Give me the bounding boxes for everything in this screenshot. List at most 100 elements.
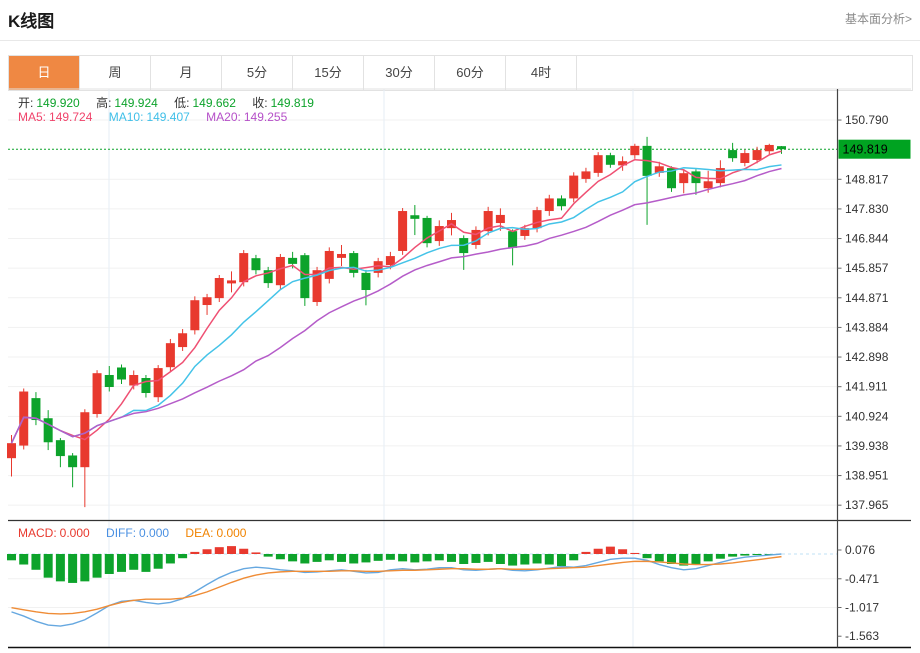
macd-value: 0.000 bbox=[59, 526, 90, 540]
macd-hist-bar bbox=[190, 551, 200, 554]
macd-hist-bar bbox=[263, 554, 273, 557]
candle-body bbox=[31, 398, 41, 421]
diff-line bbox=[11, 553, 782, 627]
macd-hist-bar bbox=[68, 554, 78, 583]
open-value: 149.920 bbox=[36, 96, 80, 110]
macd-hist-bar bbox=[483, 554, 493, 562]
candle-body bbox=[361, 272, 371, 291]
candle-body bbox=[43, 418, 53, 443]
macd-hist-bar bbox=[740, 554, 750, 556]
candle-body bbox=[495, 214, 505, 224]
macd-hist-bar bbox=[324, 554, 334, 561]
macd-hist-bar bbox=[434, 554, 444, 561]
macd-hist-bar bbox=[178, 554, 188, 559]
ma20-value: 149.255 bbox=[243, 110, 288, 124]
axis-tick-label: -1.017 bbox=[845, 600, 879, 614]
macd-hist-bar bbox=[275, 554, 285, 560]
macd-hist-bar bbox=[385, 554, 395, 560]
dea-line bbox=[11, 555, 782, 615]
candle-body bbox=[251, 258, 261, 271]
macd-hist-bar bbox=[7, 554, 16, 561]
macd-hist-bar bbox=[618, 549, 628, 554]
kline-page: K线图 基本面分析> 日周月 5分 15分 30分 60分 4时 150.790 148.8… bbox=[0, 0, 920, 653]
candle-body bbox=[7, 443, 16, 459]
macd-hist-bar bbox=[43, 554, 53, 578]
macd-hist-bar bbox=[398, 554, 408, 562]
axis-tick-label: 150.790 bbox=[845, 113, 889, 127]
candle-body bbox=[178, 333, 188, 348]
low-label: 低: bbox=[174, 96, 190, 110]
candle-body bbox=[630, 145, 640, 156]
axis-tick-label: 143.884 bbox=[845, 320, 889, 334]
candle-body bbox=[165, 343, 175, 368]
candle-body bbox=[324, 250, 334, 279]
candle-body bbox=[227, 280, 236, 284]
macd-hist-bar bbox=[80, 554, 90, 582]
candle-body bbox=[337, 253, 346, 258]
macd-hist-bar bbox=[715, 554, 725, 559]
candle-body bbox=[532, 210, 542, 229]
macd-hist-bar bbox=[728, 554, 738, 557]
candle-body bbox=[728, 150, 738, 159]
ma-readout: MA5: 149.724 MA10: 149.407 MA20: 149.255 bbox=[18, 110, 290, 124]
candle-body bbox=[740, 153, 750, 163]
macd-hist-bar bbox=[471, 554, 481, 563]
macd-hist-bar bbox=[752, 554, 762, 556]
macd-hist-bar bbox=[642, 554, 652, 559]
macd-hist-bar bbox=[239, 548, 249, 554]
high-value: 149.924 bbox=[114, 96, 158, 110]
macd-hist-bar bbox=[569, 554, 579, 561]
macd-hist-bar bbox=[337, 554, 346, 562]
macd-hist-bar bbox=[300, 554, 310, 564]
close-value: 149.819 bbox=[270, 96, 314, 110]
candle-body bbox=[68, 455, 78, 468]
ma10-label: MA10: bbox=[108, 110, 144, 124]
macd-hist-bar bbox=[227, 546, 236, 554]
macd-hist-bar bbox=[459, 554, 469, 564]
macd-hist-bar bbox=[532, 554, 542, 564]
candle-body bbox=[605, 155, 615, 165]
candle-body bbox=[398, 211, 408, 251]
macd-hist-bar bbox=[410, 554, 420, 563]
macd-hist-bar bbox=[104, 554, 114, 574]
macd-hist-bar bbox=[92, 554, 102, 578]
axis-tick-label: 147.830 bbox=[845, 202, 889, 216]
candle-body bbox=[764, 144, 774, 152]
macd-hist-bar bbox=[520, 554, 530, 565]
axis-tick-label: 144.871 bbox=[845, 291, 889, 305]
close-label: 收: bbox=[252, 96, 268, 110]
macd-hist-bar bbox=[495, 554, 505, 564]
macd-hist-bar bbox=[31, 554, 41, 570]
axis-tick-label: 141.911 bbox=[845, 380, 888, 394]
macd-hist-bar bbox=[422, 554, 432, 562]
axis-tick-label: 142.898 bbox=[845, 350, 889, 364]
candle-body bbox=[422, 217, 432, 244]
candle-body bbox=[679, 173, 689, 184]
axis-tick-label: -0.471 bbox=[845, 572, 879, 586]
candle-body bbox=[508, 231, 518, 248]
axis-tick-label: 140.924 bbox=[845, 409, 889, 423]
ma5-value: 149.724 bbox=[49, 110, 93, 124]
candle-body bbox=[202, 297, 212, 306]
macd-hist-bar bbox=[581, 551, 591, 554]
candle-body bbox=[55, 440, 65, 457]
macd-hist-bar bbox=[288, 554, 298, 562]
ma5-label: MA5: bbox=[18, 110, 47, 124]
macd-hist-bar bbox=[251, 552, 261, 554]
high-label: 高: bbox=[96, 96, 112, 110]
macd-hist-bar bbox=[605, 546, 615, 554]
axis-tick-label: 148.817 bbox=[845, 172, 889, 186]
axis-tick-label: -1.563 bbox=[845, 629, 879, 643]
candle-body bbox=[288, 257, 298, 264]
candle-body bbox=[92, 373, 102, 415]
macd-hist-bar bbox=[447, 554, 456, 562]
macd-hist-bar bbox=[55, 554, 65, 582]
macd-hist-bar bbox=[593, 548, 603, 554]
macd-hist-bar bbox=[141, 554, 151, 572]
axis-tick-label: 138.951 bbox=[845, 469, 889, 483]
candle-body bbox=[373, 261, 383, 273]
open-label: 开: bbox=[18, 96, 34, 110]
candle-body bbox=[703, 181, 713, 189]
ma10-line bbox=[10, 164, 782, 444]
ma20-line bbox=[10, 167, 782, 444]
